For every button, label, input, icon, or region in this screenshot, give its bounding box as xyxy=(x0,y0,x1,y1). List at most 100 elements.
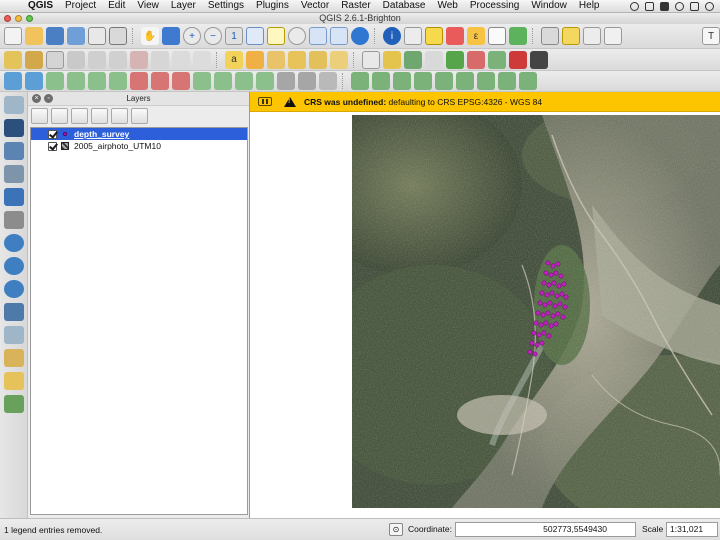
merge-features-icon[interactable] xyxy=(277,72,295,90)
georeferencer-icon[interactable] xyxy=(351,72,369,90)
menu-processing[interactable]: Processing xyxy=(464,0,525,12)
scale-field[interactable]: 1:31,021 xyxy=(666,522,718,537)
pause-timer-button[interactable] xyxy=(258,97,272,106)
add-part-icon[interactable] xyxy=(109,72,127,90)
add-delimited-text-layer-icon[interactable] xyxy=(3,303,24,321)
add-delimited-text-icon[interactable] xyxy=(362,50,380,69)
window-icon[interactable] xyxy=(645,1,654,11)
menu-window[interactable]: Window xyxy=(525,0,573,12)
show-hide-labels-icon[interactable] xyxy=(267,50,285,69)
save-as-icon[interactable] xyxy=(67,27,85,45)
menu-layer[interactable]: Layer xyxy=(165,0,202,12)
pin-labels-icon[interactable] xyxy=(246,50,264,69)
show-bookmarks-icon[interactable] xyxy=(604,27,622,45)
zoom-full-icon[interactable] xyxy=(246,27,264,45)
redo-icon[interactable] xyxy=(25,72,43,90)
reshape-features-icon[interactable] xyxy=(193,72,211,90)
spatial-query-icon[interactable] xyxy=(477,72,495,90)
zoom-next-icon[interactable] xyxy=(330,27,348,45)
layer-visibility-checkbox[interactable] xyxy=(48,129,57,139)
zoom-to-selection-icon[interactable] xyxy=(267,27,285,45)
open-attribute-table-icon[interactable] xyxy=(488,27,506,45)
display-icon[interactable] xyxy=(690,1,699,11)
menu-help[interactable]: Help xyxy=(573,0,606,12)
layer-styling-icon[interactable] xyxy=(31,108,48,124)
composer-manager-icon[interactable] xyxy=(109,27,127,45)
add-wms-layer-icon[interactable] xyxy=(3,234,24,252)
paste-features-icon[interactable] xyxy=(193,50,211,69)
offset-curve-icon[interactable] xyxy=(214,72,232,90)
identify-features-icon[interactable]: i xyxy=(383,27,401,45)
add-vector-layer-icon[interactable] xyxy=(3,96,24,114)
heatmap-icon[interactable] xyxy=(393,72,411,90)
status-icon[interactable] xyxy=(630,1,639,11)
layer-item-airphoto[interactable]: 2005_airphoto_UTM10 xyxy=(31,140,247,152)
new-print-composer-icon[interactable] xyxy=(88,27,106,45)
undo-icon[interactable] xyxy=(4,72,22,90)
coordinate-capture-icon[interactable] xyxy=(372,72,390,90)
delete-part-icon[interactable] xyxy=(172,72,190,90)
menu-database[interactable]: Database xyxy=(377,0,432,12)
new-bookmark-icon[interactable] xyxy=(583,27,601,45)
delete-ring-icon[interactable] xyxy=(151,72,169,90)
collapse-all-icon[interactable] xyxy=(111,108,128,124)
measure-line-icon[interactable] xyxy=(541,27,559,45)
add-group-icon[interactable] xyxy=(51,108,68,124)
zoom-last-icon[interactable] xyxy=(309,27,327,45)
node-tool-icon[interactable] xyxy=(109,50,127,69)
menu-project[interactable]: Project xyxy=(59,0,102,12)
menu-web[interactable]: Web xyxy=(431,0,463,12)
fill-ring-icon[interactable] xyxy=(130,72,148,90)
zonal-statistics-icon[interactable] xyxy=(519,72,537,90)
zoom-actual-size-icon[interactable]: 1 xyxy=(225,27,243,45)
map-canvas[interactable] xyxy=(250,112,720,518)
add-oracle-layer-icon[interactable] xyxy=(3,211,24,229)
add-mssql-layer-icon[interactable] xyxy=(3,188,24,206)
cut-features-icon[interactable] xyxy=(151,50,169,69)
move-feature-icon[interactable] xyxy=(88,50,106,69)
add-wcs-layer-icon[interactable] xyxy=(3,257,24,275)
add-ring-icon[interactable] xyxy=(88,72,106,90)
add-wcs-icon[interactable] xyxy=(446,50,464,69)
open-field-calculator-icon[interactable] xyxy=(509,27,527,45)
wifi-icon[interactable] xyxy=(705,1,714,11)
expand-all-icon[interactable] xyxy=(91,108,108,124)
add-spatialite-icon[interactable] xyxy=(425,50,443,69)
toggle-editing-icon[interactable] xyxy=(25,50,43,69)
topology-checker-icon[interactable] xyxy=(498,72,516,90)
pan-to-selection-icon[interactable] xyxy=(162,27,180,45)
layer-visibility-checkbox[interactable] xyxy=(48,141,57,151)
road-graph-icon[interactable] xyxy=(456,72,474,90)
menu-raster[interactable]: Raster xyxy=(335,0,376,12)
open-project-icon[interactable] xyxy=(25,27,43,45)
add-gps-layer-icon[interactable] xyxy=(3,372,24,390)
rotate-label-icon[interactable] xyxy=(309,50,327,69)
add-spatialite-layer-icon[interactable] xyxy=(3,165,24,183)
close-window-button[interactable] xyxy=(4,15,11,22)
pan-map-icon[interactable]: ✋ xyxy=(141,27,159,45)
raster-terrain-icon[interactable] xyxy=(435,72,453,90)
new-spatialite-layer-icon[interactable] xyxy=(3,349,24,367)
add-mssql-icon[interactable] xyxy=(509,50,527,69)
merge-attributes-icon[interactable] xyxy=(298,72,316,90)
select-by-expression-icon[interactable]: ε xyxy=(467,27,485,45)
battery-icon[interactable] xyxy=(660,1,669,11)
current-edits-icon[interactable] xyxy=(4,50,22,69)
menu-plugins[interactable]: Plugins xyxy=(250,0,295,12)
layer-item-depth-survey[interactable]: depth_survey xyxy=(31,128,247,140)
map-tips-icon[interactable] xyxy=(562,27,580,45)
deselect-features-icon[interactable] xyxy=(446,27,464,45)
add-wms-icon[interactable] xyxy=(383,50,401,69)
toggle-extents-icon[interactable]: ⊙ xyxy=(389,523,403,536)
split-parts-icon[interactable] xyxy=(256,72,274,90)
zoom-in-icon[interactable]: + xyxy=(183,27,201,45)
remove-layer-icon[interactable] xyxy=(131,108,148,124)
delete-selected-icon[interactable] xyxy=(130,50,148,69)
copy-features-icon[interactable] xyxy=(172,50,190,69)
menu-view[interactable]: View xyxy=(131,0,165,12)
add-postgis-icon[interactable] xyxy=(488,50,506,69)
menu-vector[interactable]: Vector xyxy=(295,0,335,12)
label-tool-icon[interactable]: a xyxy=(225,50,243,69)
add-feature-icon[interactable] xyxy=(67,50,85,69)
zoom-out-icon[interactable]: − xyxy=(204,27,222,45)
